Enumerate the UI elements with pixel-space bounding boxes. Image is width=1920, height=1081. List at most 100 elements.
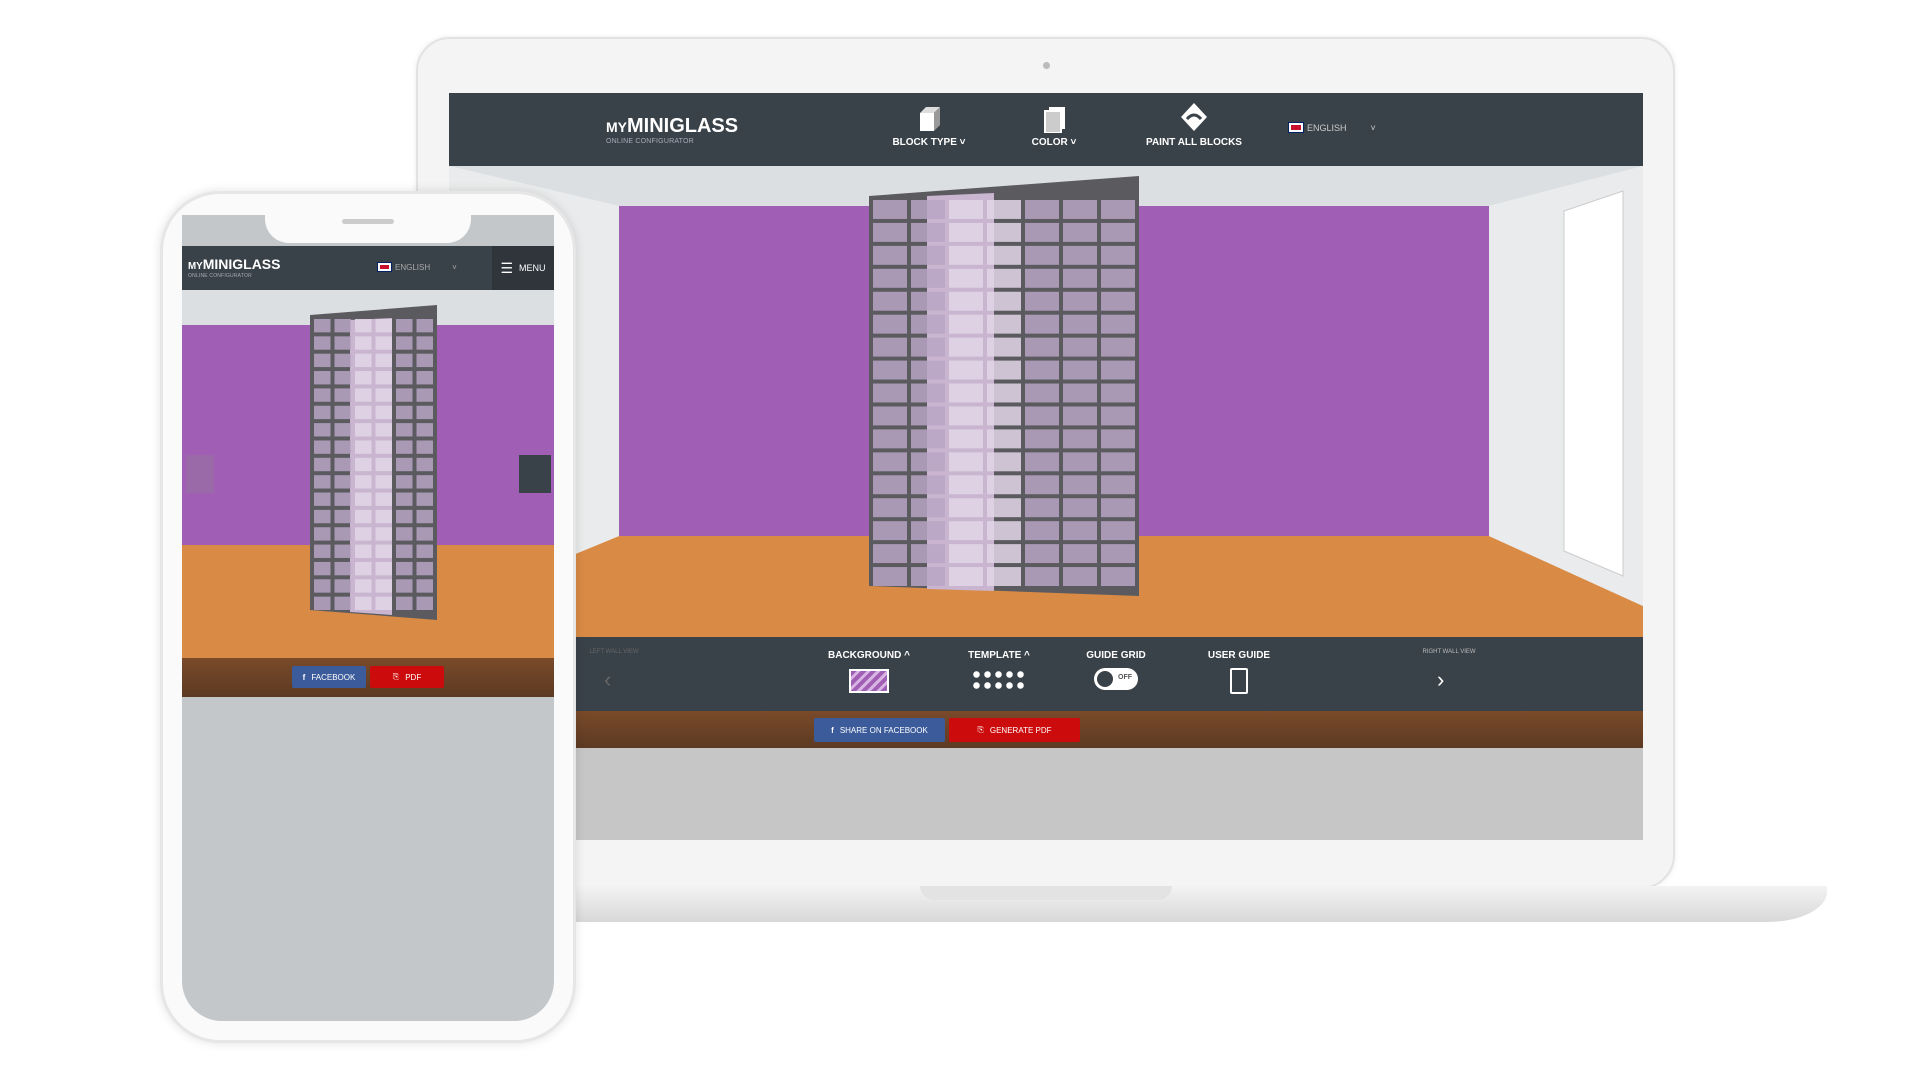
glass-block[interactable] — [355, 423, 372, 437]
mobile-right-wall-button[interactable] — [519, 455, 551, 493]
glass-block[interactable] — [1063, 567, 1097, 586]
glass-block[interactable] — [416, 405, 434, 420]
glass-block[interactable] — [1101, 222, 1135, 242]
glass-block[interactable] — [873, 268, 907, 288]
glass-block[interactable] — [416, 440, 434, 454]
glass-block[interactable] — [396, 336, 413, 350]
glass-block[interactable] — [949, 567, 983, 586]
glass-block[interactable] — [396, 353, 413, 368]
nav-paint-all-blocks[interactable]: PAINT ALL BLOCKS — [1129, 101, 1259, 148]
glass-block[interactable] — [1101, 291, 1135, 311]
glass-block[interactable] — [334, 336, 352, 350]
glass-block[interactable] — [314, 353, 331, 368]
glass-block[interactable] — [1025, 429, 1059, 449]
glass-block[interactable] — [873, 222, 907, 242]
glass-block[interactable] — [873, 521, 907, 541]
glass-block[interactable] — [873, 498, 907, 518]
glass-block[interactable] — [911, 383, 945, 403]
glass-block[interactable] — [1025, 245, 1059, 265]
glass-block[interactable] — [396, 475, 413, 489]
glass-block[interactable] — [355, 388, 372, 402]
glass-block[interactable] — [396, 457, 413, 472]
glass-block[interactable] — [1101, 383, 1135, 403]
glass-block[interactable] — [873, 291, 907, 311]
glass-block[interactable] — [334, 561, 352, 576]
glass-block[interactable] — [873, 544, 907, 564]
glass-block[interactable] — [1063, 452, 1097, 472]
glass-block[interactable] — [911, 291, 945, 311]
glass-block[interactable] — [1063, 475, 1097, 495]
glass-block[interactable] — [396, 405, 413, 420]
glass-block[interactable] — [355, 561, 372, 576]
glass-block[interactable] — [1025, 406, 1059, 426]
glass-block[interactable] — [949, 544, 983, 564]
glass-block[interactable] — [1101, 498, 1135, 518]
glass-block[interactable] — [987, 475, 1021, 495]
glass-block[interactable] — [949, 291, 983, 311]
glass-block[interactable] — [1063, 498, 1097, 518]
glass-block[interactable] — [375, 319, 393, 333]
glass-block[interactable] — [416, 353, 434, 368]
glass-block[interactable] — [396, 561, 413, 576]
glass-block[interactable] — [873, 475, 907, 495]
glass-block[interactable] — [355, 475, 372, 489]
glass-block[interactable] — [1025, 567, 1059, 586]
glass-block[interactable] — [396, 509, 413, 524]
glass-block[interactable] — [1101, 268, 1135, 288]
glass-block[interactable] — [873, 406, 907, 426]
glass-block[interactable] — [416, 492, 434, 506]
glass-block[interactable] — [355, 457, 372, 472]
glass-block[interactable] — [949, 337, 983, 357]
glass-block[interactable] — [314, 440, 331, 454]
share-facebook-button[interactable]: f SHARE ON FACEBOOK — [814, 718, 945, 742]
glass-block[interactable] — [1063, 429, 1097, 449]
glass-block[interactable] — [375, 371, 393, 385]
right-wall-view-button[interactable]: › — [1437, 667, 1444, 693]
glass-block[interactable] — [355, 544, 372, 558]
glass-block[interactable] — [1101, 544, 1135, 564]
glass-block[interactable] — [314, 388, 331, 402]
glass-block[interactable] — [949, 200, 983, 219]
glass-block[interactable] — [416, 561, 434, 576]
background-button[interactable]: BACKGROUND ^ — [819, 650, 919, 693]
glass-block[interactable] — [375, 509, 393, 524]
glass-block[interactable] — [334, 596, 352, 610]
glass-block[interactable] — [416, 423, 434, 437]
glass-block[interactable] — [355, 405, 372, 420]
glass-block[interactable] — [355, 353, 372, 368]
glass-block[interactable] — [416, 336, 434, 350]
mobile-3d-room-view[interactable] — [182, 290, 554, 658]
glass-block[interactable] — [987, 567, 1021, 586]
glass-block[interactable] — [1101, 200, 1135, 219]
glass-block[interactable] — [314, 579, 331, 593]
glass-block[interactable] — [396, 440, 413, 454]
glass-block[interactable] — [949, 222, 983, 242]
glass-block[interactable] — [334, 353, 352, 368]
glass-block[interactable] — [334, 544, 352, 558]
glass-block[interactable] — [375, 423, 393, 437]
glass-block[interactable] — [314, 423, 331, 437]
glass-block[interactable] — [949, 383, 983, 403]
mobile-language-select[interactable]: ENGLISH ˅ — [377, 262, 457, 272]
glass-block[interactable] — [396, 423, 413, 437]
glass-block[interactable] — [416, 475, 434, 489]
glass-block[interactable] — [375, 336, 393, 350]
glass-block[interactable] — [987, 498, 1021, 518]
glass-block[interactable] — [911, 222, 945, 242]
glass-block[interactable] — [949, 452, 983, 472]
glass-block[interactable] — [1025, 360, 1059, 380]
glass-block[interactable] — [873, 360, 907, 380]
glass-block[interactable] — [375, 527, 393, 541]
glass-block[interactable] — [416, 527, 434, 541]
glass-block[interactable] — [314, 475, 331, 489]
glass-block[interactable] — [1063, 337, 1097, 357]
glass-block[interactable] — [1101, 337, 1135, 357]
glass-block[interactable] — [334, 319, 352, 333]
glass-block[interactable] — [355, 579, 372, 593]
glass-block[interactable] — [987, 245, 1021, 265]
glass-block[interactable] — [987, 200, 1021, 219]
glass-block[interactable] — [1063, 291, 1097, 311]
glass-block[interactable] — [375, 353, 393, 368]
glass-block[interactable] — [416, 509, 434, 524]
glass-block[interactable] — [396, 492, 413, 506]
